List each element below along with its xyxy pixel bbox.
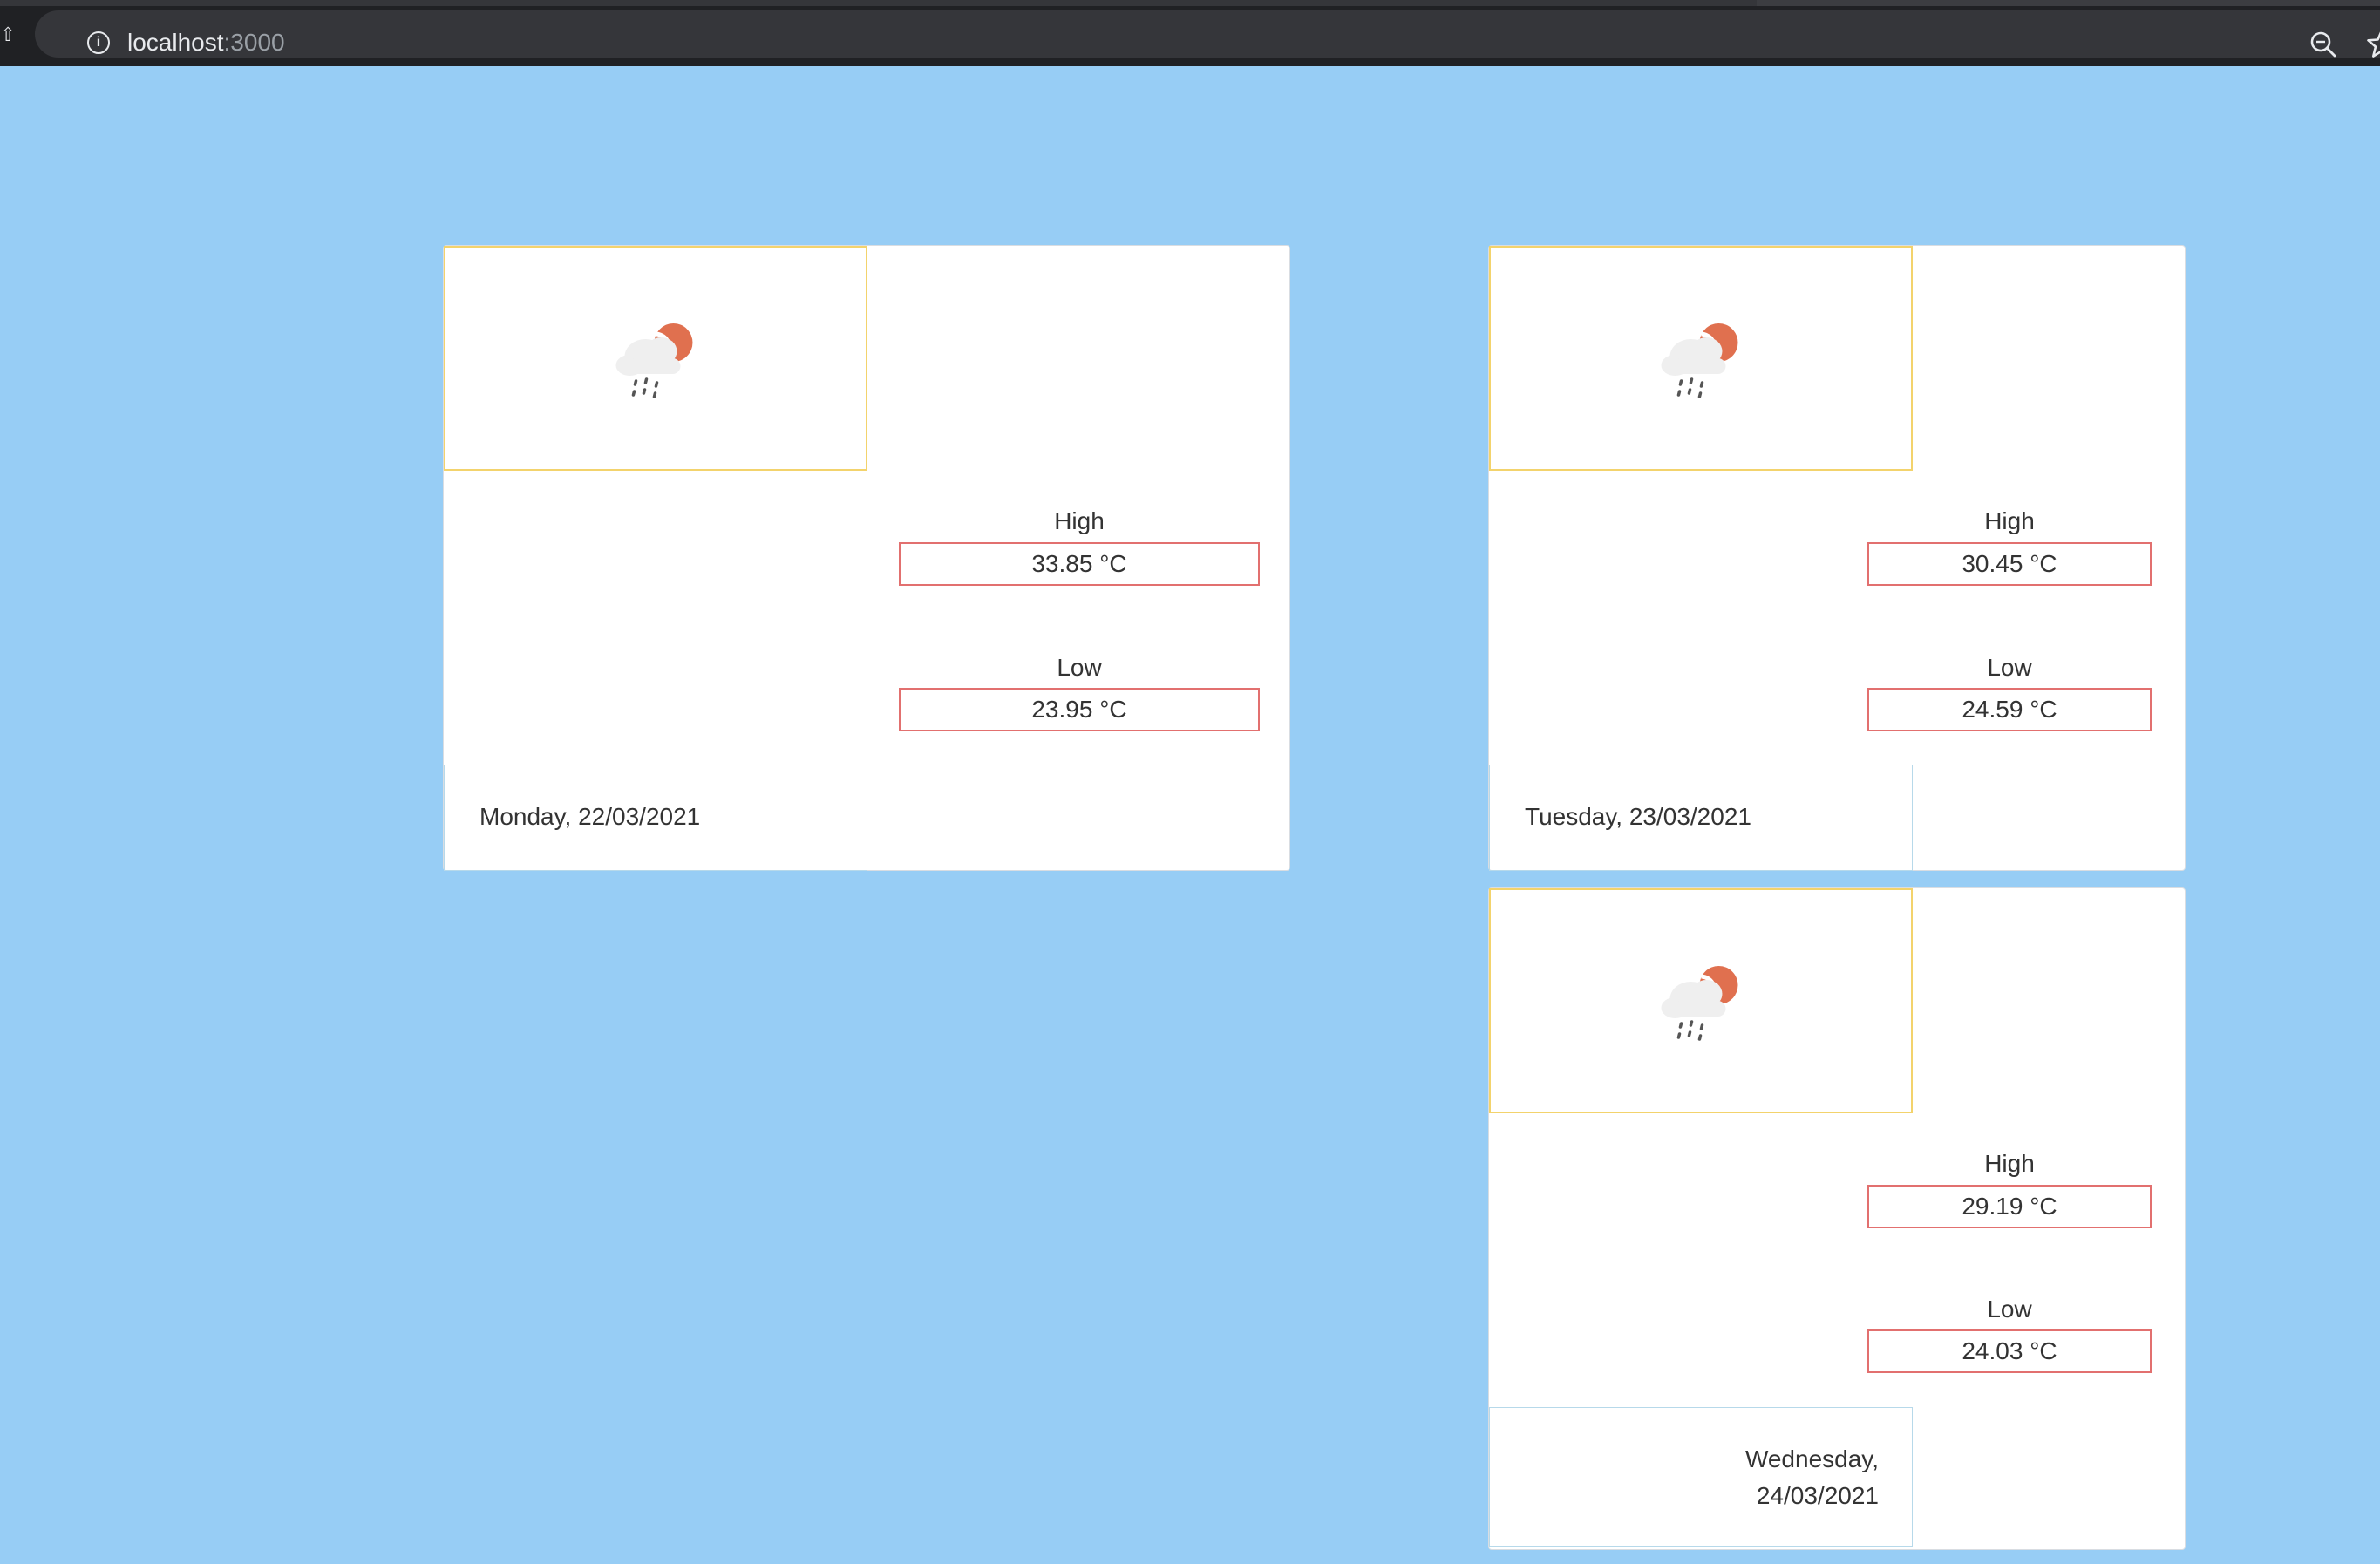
high-label: High — [1984, 1150, 2035, 1177]
tab-strip — [0, 0, 2380, 6]
forecast-card-wednesday: High 29.19 °C Low 24.03 °C Wednesday, 24… — [1488, 887, 2186, 1550]
low-temperature: 24.59 °C — [1867, 688, 2152, 731]
high-label: High — [1054, 507, 1105, 534]
bookmark-star-icon[interactable] — [2366, 28, 2380, 59]
browser-toolbar: ⇧ i localhost:3000 — [0, 0, 2380, 66]
low-label: Low — [1987, 654, 2032, 681]
address-bar[interactable]: i localhost:3000 — [35, 10, 2380, 58]
forecast-card-monday: High 33.85 °C Low 23.95 °C Monday, 22/03… — [443, 245, 1290, 871]
date-label: Monday, 22/03/2021 — [444, 765, 867, 871]
rain-cloud-sun-icon — [615, 323, 693, 398]
high-label: High — [1984, 507, 2035, 534]
home-icon[interactable]: ⇧ — [0, 24, 16, 46]
weather-icon-box — [1489, 888, 1913, 1113]
high-temperature: 33.85 °C — [899, 542, 1260, 586]
rain-cloud-sun-icon — [1661, 966, 1738, 1041]
url-text[interactable]: localhost:3000 — [127, 28, 285, 58]
date-day: 24/03/2021 — [1756, 1482, 1879, 1509]
forecast-card-tuesday: High 30.45 °C Low 24.59 °C Tuesday, 23/0… — [1488, 245, 2186, 871]
url-port: :3000 — [223, 29, 285, 56]
high-temperature: 29.19 °C — [1867, 1185, 2152, 1228]
date-label: Wednesday, 24/03/2021 — [1489, 1407, 1913, 1547]
high-temperature: 30.45 °C — [1867, 542, 2152, 586]
weather-icon-box — [444, 246, 867, 471]
rain-cloud-sun-icon — [1661, 323, 1738, 398]
zoom-out-icon[interactable] — [2309, 30, 2338, 59]
url-host: localhost — [127, 29, 224, 56]
low-temperature: 23.95 °C — [899, 688, 1260, 731]
low-label: Low — [1987, 1295, 2032, 1323]
date-weekday: Wednesday, — [1744, 1445, 1879, 1472]
low-label: Low — [1057, 654, 1102, 681]
tab-strip-segment — [1757, 0, 2380, 6]
date-label: Tuesday, 23/03/2021 — [1489, 765, 1913, 871]
info-icon[interactable]: i — [87, 31, 110, 54]
low-temperature: 24.03 °C — [1867, 1329, 2152, 1373]
weather-icon-box — [1489, 246, 1913, 471]
